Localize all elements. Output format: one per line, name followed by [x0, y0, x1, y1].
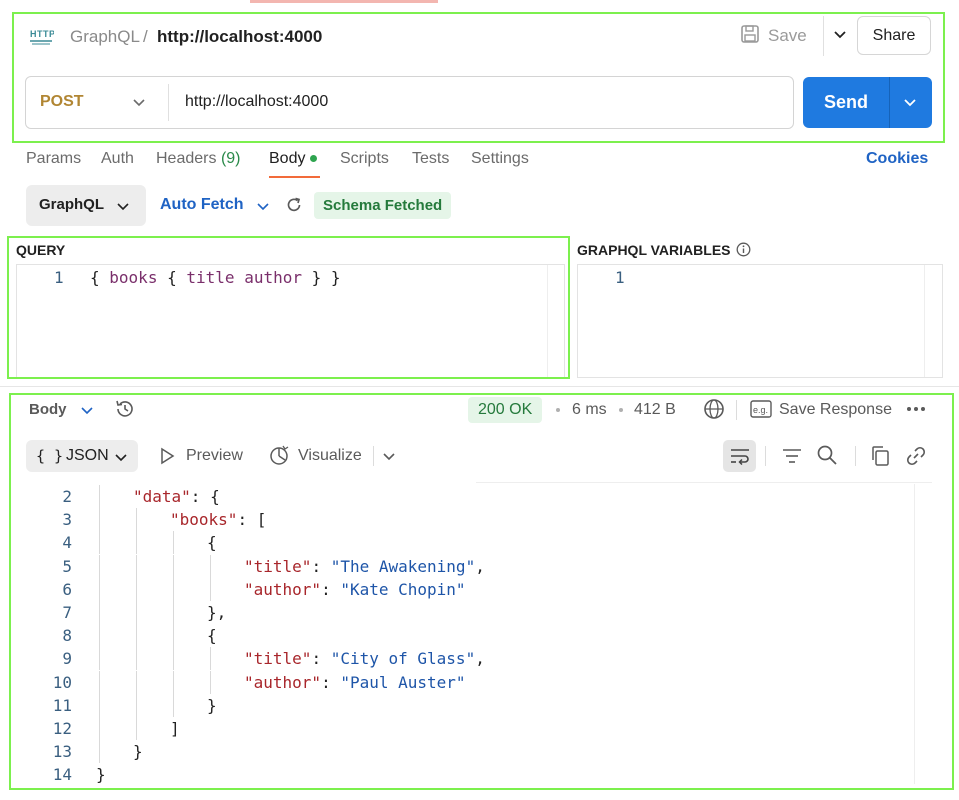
headers-count-badge: (9) — [220, 150, 241, 167]
variables-label-text: GRAPHQL VARIABLES — [577, 242, 731, 258]
tab-params[interactable]: Params — [26, 150, 81, 168]
auto-fetch-chevron-icon[interactable] — [256, 199, 270, 218]
refresh-schema-icon[interactable] — [285, 196, 303, 219]
tab-body[interactable]: Body — [269, 150, 318, 168]
variables-scrollbar[interactable] — [924, 265, 925, 377]
tab-settings[interactable]: Settings — [471, 150, 529, 168]
tab-scripts[interactable]: Scripts — [340, 150, 389, 168]
info-icon[interactable] — [736, 242, 751, 257]
variables-line-number: 1 — [615, 268, 625, 287]
auto-fetch-button[interactable]: Auto Fetch — [160, 196, 244, 214]
body-modified-dot — [310, 155, 318, 163]
variables-editor[interactable]: 1 — [577, 264, 943, 378]
highlight-query-region — [7, 236, 570, 379]
tab-tests[interactable]: Tests — [412, 150, 449, 168]
tab-headers-label: Headers — [156, 150, 217, 167]
schema-status-badge: Schema Fetched — [314, 192, 452, 219]
body-type-select[interactable]: GraphQL — [26, 185, 146, 226]
highlight-response-region — [9, 393, 954, 790]
highlight-request-region — [12, 12, 945, 143]
body-type-chevron-icon — [117, 203, 129, 211]
variables-label: GRAPHQL VARIABLES — [577, 242, 751, 258]
pane-divider[interactable] — [0, 386, 959, 387]
cookies-link[interactable]: Cookies — [866, 150, 928, 168]
tab-headers[interactable]: Headers (9) — [156, 150, 241, 168]
body-type-label: GraphQL — [39, 196, 105, 213]
tab-body-label: Body — [269, 150, 306, 167]
window-top-accent — [250, 0, 438, 3]
active-tab-indicator — [269, 176, 320, 178]
tab-auth[interactable]: Auth — [101, 150, 134, 168]
